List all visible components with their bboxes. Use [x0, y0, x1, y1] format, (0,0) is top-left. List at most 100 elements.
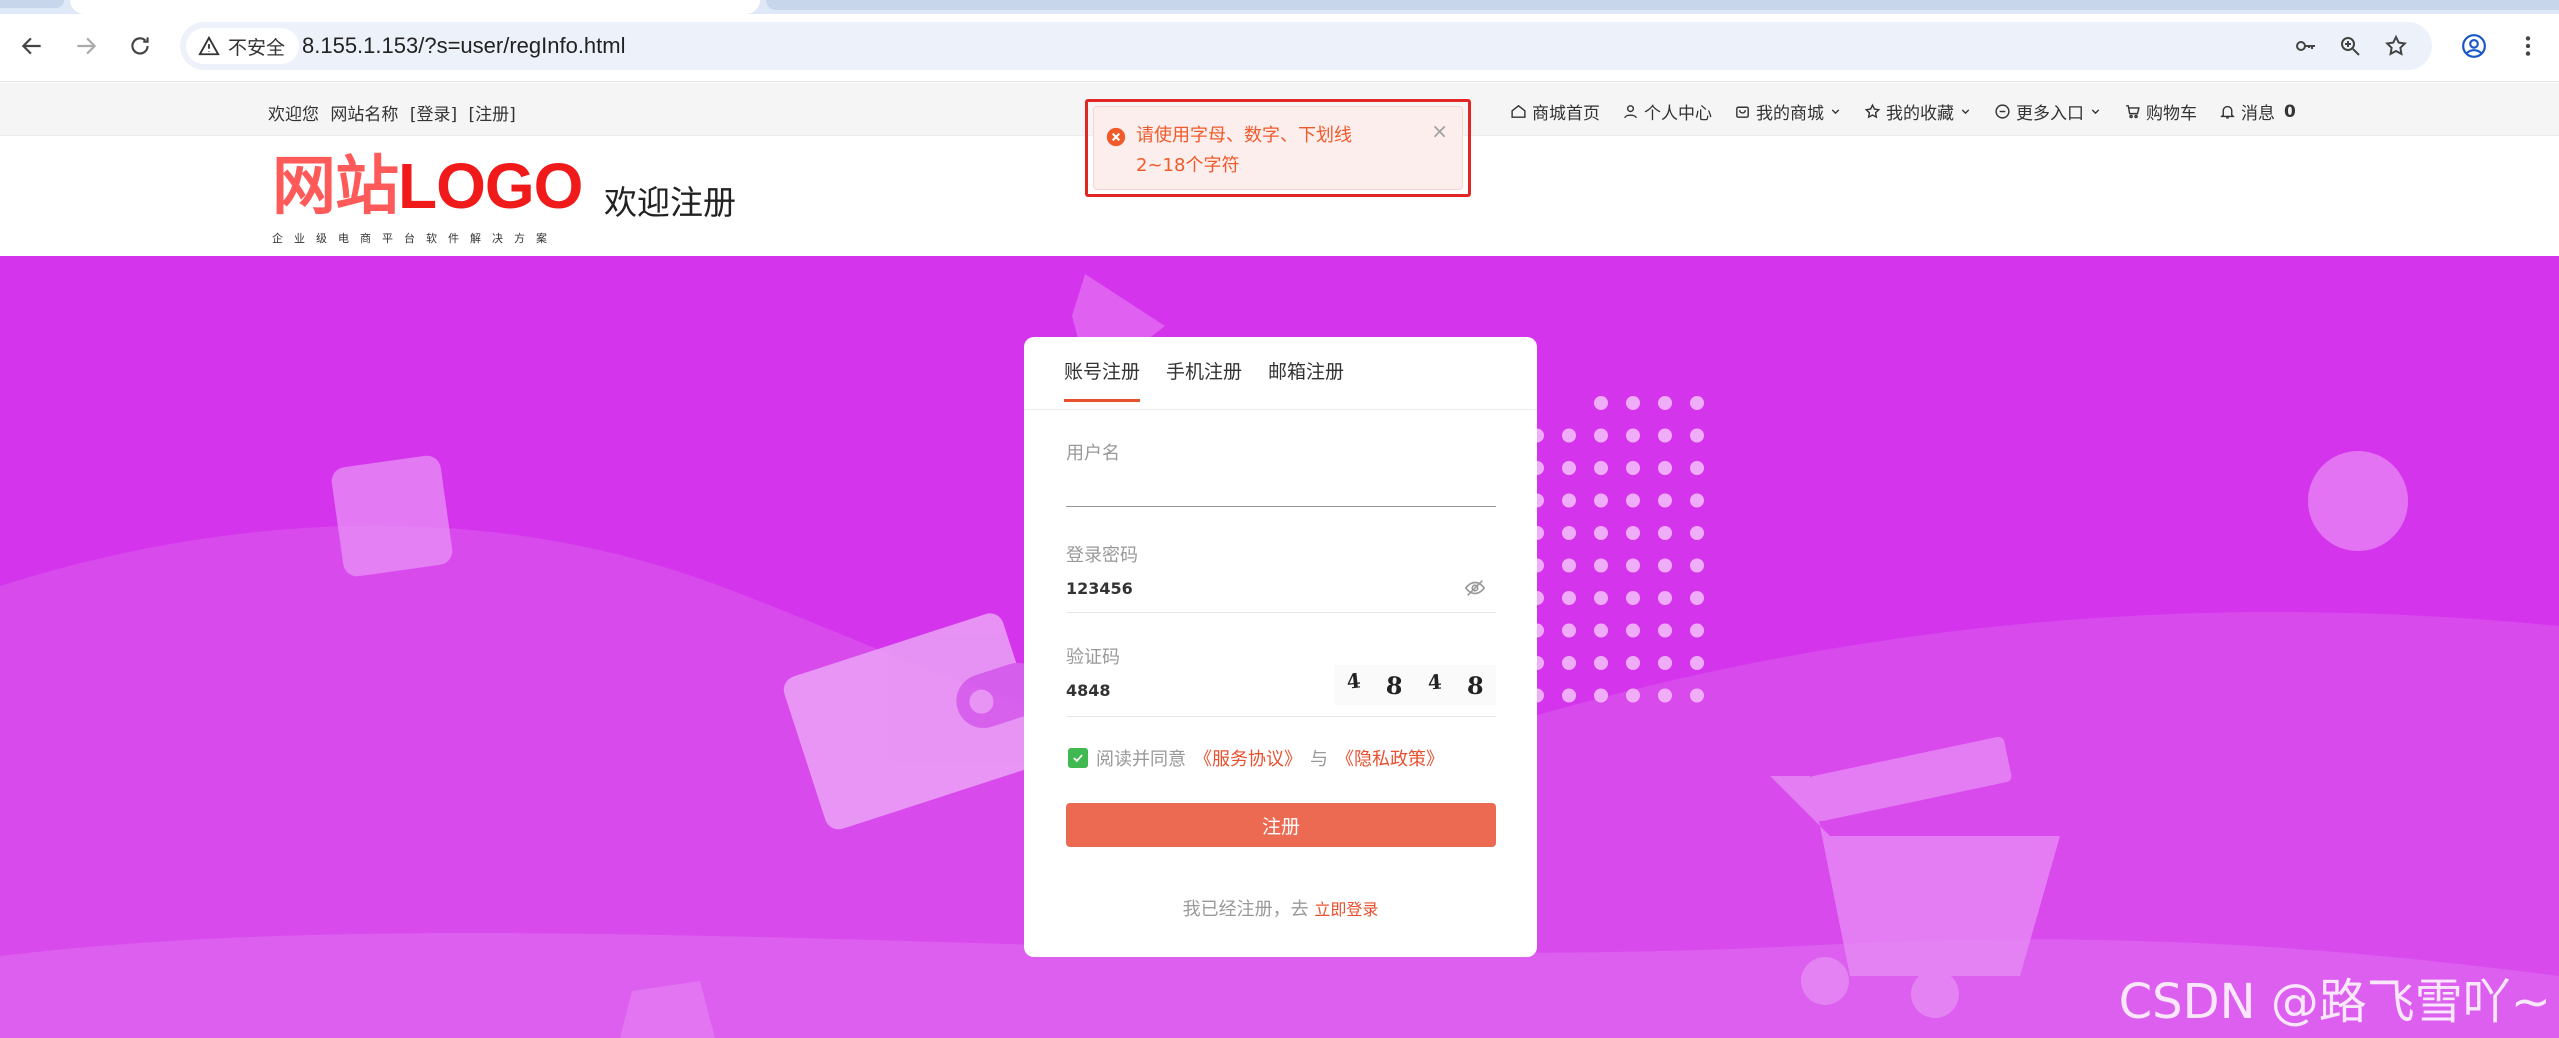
address-bar[interactable]: 不安全 8.155.1.153/?s=user/regInfo.html: [180, 22, 2432, 70]
decor-dot: [1562, 688, 1576, 703]
password-key-button[interactable]: [2290, 30, 2322, 62]
error-toast: 请使用字母、数字、下划线2~18个字符 ×: [1093, 106, 1463, 190]
agreement-row: 阅读并同意 《服务协议》 与 《隐私政策》: [1068, 745, 1444, 771]
register-card: 账号注册 手机注册 邮箱注册 用户名 登录密码 123456 验证码 4848 …: [1024, 337, 1537, 957]
bookmark-button[interactable]: [2380, 30, 2412, 62]
nav-home[interactable]: 商城首页: [1510, 99, 1600, 124]
browser-tab-inactive[interactable]: [766, 0, 2559, 10]
decor-dot: [1594, 688, 1608, 703]
zoom-button[interactable]: [2334, 30, 2366, 62]
captcha-char: 4: [1426, 669, 1443, 695]
tab-email-register[interactable]: 邮箱注册: [1268, 357, 1344, 402]
decor-dot: [1690, 623, 1704, 638]
chevron-down-icon: [1961, 109, 1970, 115]
decor-dot: [1626, 623, 1640, 638]
site-logo[interactable]: 网站LOGO 企业级电商平台软件解决方案: [272, 154, 583, 246]
csdn-watermark: CSDN @路飞雪吖~: [2118, 974, 2551, 1030]
logo-en: LOGO: [398, 150, 583, 222]
password-label: 登录密码: [1066, 545, 1138, 566]
back-button[interactable]: [12, 26, 52, 66]
captcha-field[interactable]: 验证码 4848 4 8 4 8: [1066, 643, 1496, 717]
nav-cart[interactable]: 购物车: [2124, 99, 2197, 124]
register-button[interactable]: 注册: [1066, 803, 1496, 847]
nav-favorites[interactable]: 我的收藏: [1864, 99, 1972, 124]
decor-dot: [1658, 526, 1672, 540]
agree-and: 与: [1310, 749, 1328, 770]
star-icon: [1864, 103, 1881, 119]
register-link[interactable]: [注册]: [468, 105, 515, 125]
password-input[interactable]: 123456: [1066, 579, 1133, 598]
nav-my-mall[interactable]: 我的商城: [1734, 99, 1842, 124]
captcha-underline: [1066, 716, 1496, 717]
decor-dot: [1626, 526, 1640, 540]
username-field[interactable]: 用户名: [1066, 439, 1496, 507]
decor-dot: [1562, 558, 1576, 573]
browser-menu-button[interactable]: [2510, 28, 2546, 64]
star-icon: [2385, 34, 2407, 56]
decor-dot: [1594, 396, 1608, 410]
decor-dot: [1690, 591, 1704, 605]
decor-dot: [1658, 591, 1672, 605]
browser-tab-active[interactable]: [70, 0, 760, 14]
zoom-icon: [2341, 37, 2360, 56]
decor-dot: [1594, 656, 1608, 670]
login-link[interactable]: [登录]: [410, 105, 457, 125]
decor-dot: [1562, 591, 1576, 605]
nav-more[interactable]: 更多入口: [1994, 99, 2102, 124]
captcha-image[interactable]: 4 8 4 8: [1334, 665, 1496, 705]
decor-dot: [1658, 656, 1672, 670]
toast-message: 请使用字母、数字、下划线2~18个字符: [1136, 125, 1352, 176]
decor-dot: [1626, 461, 1640, 475]
captcha-input[interactable]: 4848: [1066, 681, 1111, 700]
user-icon: [1624, 105, 1637, 119]
arrow-right-icon: [77, 37, 97, 55]
security-label: 不安全: [228, 36, 286, 59]
check-icon: [1073, 754, 1083, 763]
key-icon: [2296, 41, 2315, 51]
security-chip[interactable]: 不安全: [186, 28, 300, 64]
reload-button[interactable]: [120, 26, 160, 66]
logo-cn: 网站: [272, 150, 399, 222]
decor-dot: [1562, 428, 1576, 443]
decor-dot: [1690, 558, 1704, 573]
register-tabs: 账号注册 手机注册 邮箱注册: [1064, 357, 1344, 402]
nav-user-center[interactable]: 个人中心: [1622, 99, 1712, 124]
decor-dot: [1658, 558, 1672, 573]
browser-tab-inactive[interactable]: [0, 0, 64, 8]
captcha-char: 8: [1384, 669, 1404, 701]
profile-button[interactable]: [2456, 28, 2492, 64]
top-nav: 商城首页 个人中心 我的商城 我的收藏 更多入口 购物车 消息 0: [1510, 99, 2296, 124]
nav-messages-label: 消息: [2241, 104, 2275, 124]
url-text[interactable]: 8.155.1.153/?s=user/regInfo.html: [302, 33, 626, 59]
agree-checkbox[interactable]: [1068, 748, 1088, 768]
privacy-policy-link[interactable]: 《隐私政策》: [1336, 745, 1444, 771]
reload-icon: [131, 37, 149, 55]
close-icon[interactable]: ×: [1431, 119, 1448, 143]
welcome-label: 欢迎您: [268, 105, 319, 125]
home-icon: [1511, 104, 1526, 118]
agree-text: 阅读并同意: [1096, 749, 1186, 770]
nav-cart-label: 购物车: [2146, 104, 2197, 124]
decor-dot: [1594, 623, 1608, 638]
eye-off-icon[interactable]: [1464, 577, 1486, 599]
decor-dot: [1690, 396, 1704, 410]
password-field[interactable]: 登录密码 123456: [1066, 541, 1496, 613]
more-vert-icon: [2525, 36, 2531, 56]
decor-dot: [1690, 526, 1704, 540]
tab-phone-register[interactable]: 手机注册: [1166, 357, 1242, 402]
nav-favorites-label: 我的收藏: [1886, 104, 1954, 124]
more-circle-icon: [1995, 104, 2010, 119]
decor-dot: [1594, 493, 1608, 508]
username-underline: [1066, 506, 1496, 507]
decor-dot: [1690, 688, 1704, 703]
error-icon: [1106, 127, 1126, 147]
username-label: 用户名: [1066, 443, 1120, 464]
decor-dot: [1658, 428, 1672, 443]
nav-messages[interactable]: 消息 0: [2219, 99, 2296, 124]
forward-button[interactable]: [66, 26, 106, 66]
service-agreement-link[interactable]: 《服务协议》: [1194, 745, 1302, 771]
login-now-link[interactable]: 立即登录: [1314, 900, 1378, 919]
nav-home-label: 商城首页: [1532, 104, 1600, 124]
profile-icon: [2462, 34, 2486, 58]
tab-account-register[interactable]: 账号注册: [1064, 357, 1141, 402]
